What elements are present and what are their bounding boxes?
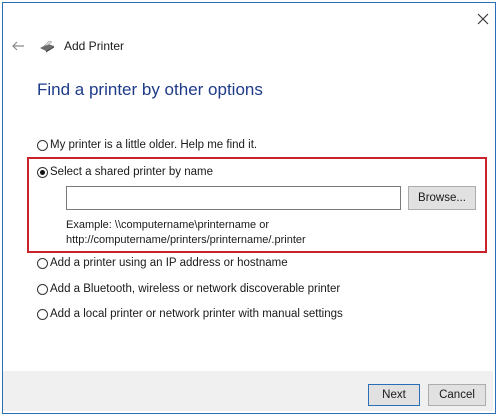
window-title: Add Printer (64, 39, 125, 53)
option-label: Select a shared printer by name (50, 166, 214, 178)
radio-button[interactable] (37, 139, 48, 151)
back-arrow-icon[interactable] (10, 38, 26, 54)
option-bluetooth-wireless[interactable]: Add a Bluetooth, wireless or network dis… (37, 283, 340, 295)
example-line-2: http://computername/printers/printername… (66, 234, 306, 246)
title-bar: Add Printer (10, 37, 124, 55)
close-icon[interactable] (476, 12, 490, 26)
option-label: Add a Bluetooth, wireless or network dis… (50, 283, 341, 295)
option-label: My printer is a little older. Help me fi… (50, 139, 258, 151)
browse-button[interactable]: Browse... (408, 186, 476, 210)
option-label: Add a local printer or network printer w… (50, 308, 343, 320)
example-line-1: Example: \\computername\printername or (66, 219, 269, 231)
printer-icon (38, 38, 56, 54)
cancel-button[interactable]: Cancel (428, 384, 486, 406)
option-label: Add a printer using an IP address or hos… (50, 257, 288, 269)
option-local-manual[interactable]: Add a local printer or network printer w… (37, 308, 343, 320)
next-button[interactable]: Next (368, 384, 420, 406)
radio-button[interactable] (37, 308, 48, 320)
option-shared-printer[interactable]: Select a shared printer by name (37, 166, 213, 178)
page-title: Find a printer by other options (37, 80, 263, 99)
radio-button[interactable] (37, 283, 48, 295)
radio-button-selected[interactable] (37, 166, 48, 178)
printer-name-input[interactable] (66, 186, 401, 210)
option-older-printer[interactable]: My printer is a little older. Help me fi… (37, 139, 257, 151)
example-text: Example: \\computername\printername or h… (66, 218, 306, 248)
radio-button[interactable] (37, 257, 48, 269)
option-ip-address[interactable]: Add a printer using an IP address or hos… (37, 257, 288, 269)
